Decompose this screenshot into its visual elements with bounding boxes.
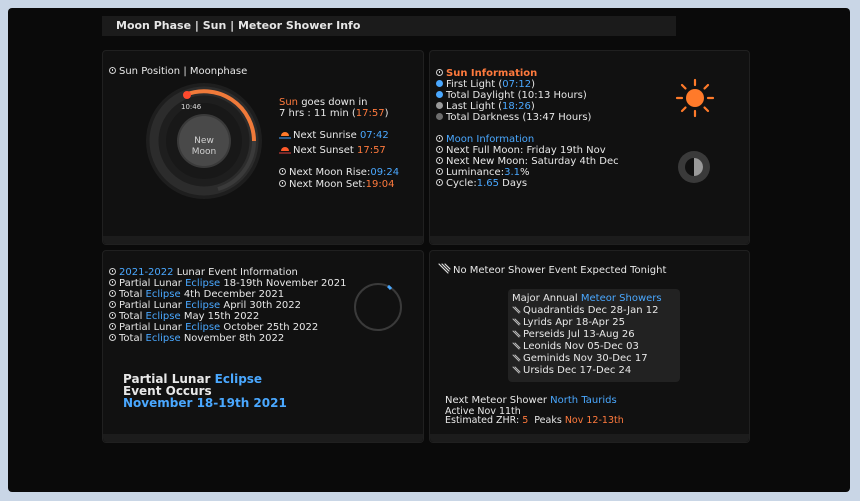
sun-icon bbox=[675, 78, 715, 118]
lunar-event-item: Total Eclipse May 15th 2022 bbox=[109, 311, 259, 322]
total-daylight: Total Daylight (10:13 Hours) bbox=[436, 90, 587, 101]
lunar-header: 2021-2022 Lunar Event Information bbox=[109, 267, 298, 278]
clock-icon bbox=[109, 334, 116, 341]
sun-position-panel: Sun Position | Moonphase 10:46 New Moon … bbox=[102, 50, 424, 245]
next-sunrise: Next Sunrise 07:42 bbox=[279, 130, 389, 141]
shower-item: Quadrantids Dec 28-Jan 12 bbox=[512, 305, 658, 316]
meteor-icon bbox=[512, 306, 521, 314]
clock-icon bbox=[279, 168, 286, 175]
next-sunset: Next Sunset 17:57 bbox=[279, 145, 386, 156]
clock-icon bbox=[436, 179, 443, 186]
dashboard-window: Moon Phase | Sun | Meteor Shower Info Su… bbox=[8, 8, 850, 492]
sunset-icon bbox=[279, 147, 291, 154]
clock-icon bbox=[436, 69, 443, 76]
lunar-event-item: Partial Lunar Eclipse April 30th 2022 bbox=[109, 300, 301, 311]
panel-footer bbox=[430, 434, 749, 442]
next-moon-rise: Next Moon Rise:09:24 bbox=[279, 167, 399, 178]
clock-icon bbox=[436, 168, 443, 175]
moon-info-header: Moon Information bbox=[436, 134, 534, 145]
page-title: Moon Phase | Sun | Meteor Shower Info bbox=[102, 16, 676, 36]
next-new-moon: Next New Moon: Saturday 4th Dec bbox=[436, 156, 619, 167]
loading-spinner bbox=[354, 283, 402, 331]
shower-item: Geminids Nov 30-Dec 17 bbox=[512, 353, 648, 364]
clock-icon bbox=[109, 290, 116, 297]
sun-moon-info-panel: Sun Information First Light (07:12) Tota… bbox=[429, 50, 750, 245]
shower-item: Ursids Dec 17-Dec 24 bbox=[512, 365, 631, 376]
clock-icon bbox=[279, 180, 286, 187]
shower-item: Lyrids Apr 18-Apr 25 bbox=[512, 317, 625, 328]
first-light-dot bbox=[436, 80, 443, 87]
meteor-icon bbox=[512, 354, 521, 362]
meteor-icon bbox=[512, 342, 521, 350]
sun-position-header: Sun Position | Moonphase bbox=[109, 66, 247, 77]
clock-icon bbox=[109, 301, 116, 308]
lunar-event-item: Partial Lunar Eclipse 18-19th November 2… bbox=[109, 278, 347, 289]
clock-icon bbox=[109, 312, 116, 319]
meteor-icon bbox=[512, 318, 521, 326]
shower-item: Leonids Nov 05-Dec 03 bbox=[512, 341, 639, 352]
lunar-event-item: Partial Lunar Eclipse October 25th 2022 bbox=[109, 322, 318, 333]
annual-showers-title: Major Annual Meteor Showers bbox=[512, 293, 662, 304]
clock-icon bbox=[109, 268, 116, 275]
clock-icon bbox=[436, 146, 443, 153]
next-full-moon: Next Full Moon: Friday 19th Nov bbox=[436, 145, 606, 156]
annual-showers-box: Major Annual Meteor Showers Quadrantids … bbox=[508, 289, 680, 382]
darkness-dot bbox=[436, 113, 443, 120]
clock-icon bbox=[109, 279, 116, 286]
luminance: Luminance:3.1% bbox=[436, 167, 530, 178]
total-darkness: Total Darkness (13:47 Hours) bbox=[436, 112, 591, 123]
clock-icon bbox=[436, 157, 443, 164]
ring-time: 10:46 bbox=[181, 103, 202, 111]
first-light: First Light (07:12) bbox=[436, 79, 535, 90]
clock-icon bbox=[109, 323, 116, 330]
last-light-dot bbox=[436, 102, 443, 109]
meteor-icon bbox=[438, 263, 451, 274]
sun-countdown: 7 hrs : 11 min (17:57) bbox=[279, 108, 389, 119]
sun-position-marker bbox=[183, 91, 191, 99]
meteor-header: No Meteor Shower Event Expected Tonight bbox=[438, 263, 666, 276]
lunar-events-panel: 2021-2022 Lunar Event Information Partia… bbox=[102, 250, 424, 443]
eclipse-occurs-date: November 18-19th 2021 bbox=[123, 396, 287, 410]
meteor-icon bbox=[512, 366, 521, 374]
clock-icon bbox=[436, 135, 443, 142]
panel-footer bbox=[103, 434, 423, 442]
lunar-event-item: Total Eclipse 4th December 2021 bbox=[109, 289, 284, 300]
last-light: Last Light (18:26) bbox=[436, 101, 535, 112]
meteor-zhr: Estimated ZHR: 5 Peaks Nov 12-13th bbox=[445, 415, 624, 426]
sun-info-header: Sun Information bbox=[436, 68, 537, 79]
meteor-panel: No Meteor Shower Event Expected Tonight … bbox=[429, 250, 750, 443]
next-moon-set: Next Moon Set:19:04 bbox=[279, 179, 394, 190]
sunrise-icon bbox=[279, 132, 291, 139]
panel-footer bbox=[430, 236, 749, 244]
clock-icon bbox=[109, 67, 116, 74]
panel-footer bbox=[103, 236, 423, 244]
moon-phase-label: New Moon bbox=[191, 136, 217, 157]
moon-cycle: Cycle:1.65 Days bbox=[436, 178, 527, 189]
moon-phase-icon bbox=[678, 151, 710, 183]
next-meteor-shower: Next Meteor Shower North Taurids bbox=[445, 395, 617, 406]
lunar-event-item: Total Eclipse November 8th 2022 bbox=[109, 333, 284, 344]
meteor-icon bbox=[512, 330, 521, 338]
sun-goes-down: Sun goes down in bbox=[279, 97, 368, 108]
daylight-dot bbox=[436, 91, 443, 98]
shower-item: Perseids Jul 13-Aug 26 bbox=[512, 329, 635, 340]
